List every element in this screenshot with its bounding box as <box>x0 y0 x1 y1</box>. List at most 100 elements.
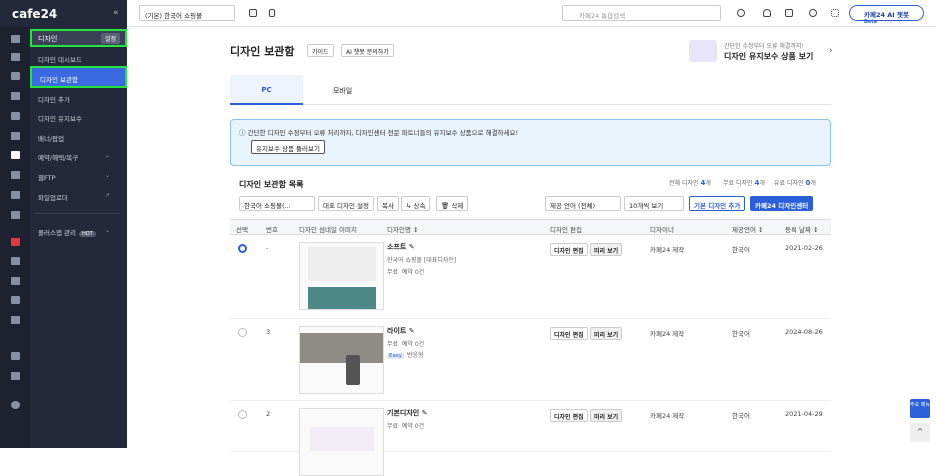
shirt-icon[interactable] <box>11 72 20 80</box>
collapse-icon[interactable]: « <box>113 8 119 18</box>
tab-pc[interactable]: PC <box>230 75 303 105</box>
language-filter-select[interactable]: 제공 언어 (전체) <box>545 196 621 211</box>
youtube-icon[interactable] <box>11 238 20 246</box>
settings-button[interactable]: 설정 <box>100 33 120 44</box>
ai-chatbot-button[interactable]: 카페24 AI 챗봇 Beta <box>849 5 924 25</box>
sidebar-item-reserve[interactable]: 예약/혜택/복구 ⌄ <box>38 152 118 162</box>
design-edit-button[interactable]: 디자인 편집 <box>550 409 588 422</box>
set-representative-button[interactable]: 대표 디자인 설정 <box>318 196 374 211</box>
copy-button[interactable]: 복사 <box>377 196 399 211</box>
promo-banner[interactable]: 간단한 수정부터 오류 해결까지! 디자인 유지보수 상품 보기 › <box>689 37 849 67</box>
doc-icon[interactable] <box>11 211 20 219</box>
design-name[interactable]: 소프트 ✎ <box>387 242 415 252</box>
hot-badge: HOT <box>78 231 96 237</box>
scroll-top-button[interactable]: ^ <box>910 423 930 442</box>
sidebar-item-uploader[interactable]: 파일업로더 ↗ <box>38 192 118 202</box>
sidebar-item-add[interactable]: 디자인 추가 <box>38 94 70 104</box>
price-reserve: 무료 예약 0건 <box>387 269 425 276</box>
sidebar-item-dashboard[interactable]: 디자인 대시보드 <box>38 54 82 64</box>
chevron-down-icon: ⌄ <box>104 152 110 159</box>
menu-section-header[interactable]: 디자인 설정 <box>30 29 127 47</box>
page-title: 디자인 보관함 <box>230 45 295 58</box>
row-radio[interactable] <box>238 410 247 419</box>
col-designer: 디자이너 <box>650 226 674 234</box>
col-language[interactable]: 제공언어 ↕ <box>732 224 763 234</box>
design-name[interactable]: 라이트 ✎ <box>387 326 415 336</box>
cart-icon[interactable] <box>11 53 20 61</box>
promo-main: 디자인 유지보수 상품 보기 <box>724 52 814 61</box>
mail-icon[interactable] <box>11 372 20 380</box>
search-input[interactable]: 카페24 통합검색 <box>562 5 721 21</box>
date: 2024-08-26 <box>785 328 823 336</box>
gear-icon[interactable] <box>11 401 20 409</box>
language: 한국어 <box>732 246 750 254</box>
price-reserve: 무료 예약 0건 <box>387 423 425 430</box>
bell-icon[interactable] <box>763 9 771 17</box>
section-title: 디자인 <box>38 35 58 43</box>
row-radio[interactable] <box>238 328 247 337</box>
divider <box>34 213 120 214</box>
main-content: 디자인 보관함 가이드 AI 챗봇 문의하기 간단한 수정부터 오류 해결까지!… <box>127 27 936 476</box>
row-number: 3 <box>266 328 271 336</box>
monitor-icon[interactable] <box>249 9 257 17</box>
ai-ask-button[interactable]: AI 챗봇 문의하기 <box>341 44 394 57</box>
design-edit-button[interactable]: 디자인 편집 <box>550 243 588 256</box>
mobile-icon[interactable] <box>269 9 275 17</box>
main-menu-button[interactable]: 주요 메뉴 <box>910 399 930 418</box>
design-thumbnail <box>299 242 384 310</box>
shop-icon[interactable] <box>11 257 20 265</box>
preview-button[interactable]: 미리 보기 <box>590 243 623 256</box>
home-icon[interactable] <box>11 35 20 43</box>
external-link-icon: ↗ <box>104 192 110 199</box>
rep-flag: 한국어 쇼핑몰 [대표디자인] <box>387 257 457 264</box>
design-name[interactable]: 기본디자인 ✎ <box>387 408 428 418</box>
designer: 카페24 제작 <box>650 412 685 420</box>
apps-icon[interactable] <box>11 352 20 360</box>
language: 한국어 <box>732 330 750 338</box>
maintenance-browse-button[interactable]: 유지보수 상품 둘러보기 <box>251 140 325 154</box>
sidebar-item-plusapp[interactable]: 플러스앱 관리 HOT ⌄ <box>38 227 118 237</box>
design-thumbnail <box>299 408 384 476</box>
board-icon[interactable] <box>11 171 20 179</box>
headset-icon[interactable] <box>737 9 745 17</box>
tab-mobile[interactable]: 모바일 <box>306 75 379 105</box>
user-icon[interactable] <box>11 92 20 100</box>
thumb-banner <box>300 333 383 363</box>
per-page-select[interactable]: 10개씩 보기 <box>624 196 684 211</box>
free-count: 무료 디자인 4개 <box>723 179 765 187</box>
paid-count: 유료 디자인 0개 <box>774 179 816 187</box>
list-title: 디자인 보관함 목록 <box>239 180 304 189</box>
sidebar-item-ftp[interactable]: 웹FTP ⌄ <box>38 172 118 182</box>
apps-grid-icon[interactable] <box>831 9 839 17</box>
table-row: - 소프트 ✎ 한국어 쇼핑몰 [대표디자인] 무료 예약 0건 디자인 편집 … <box>230 236 831 319</box>
design-edit-button[interactable]: 디자인 편집 <box>550 327 588 340</box>
bookmark-icon[interactable] <box>785 9 793 17</box>
designer: 카페24 제작 <box>650 330 685 338</box>
chart-icon[interactable] <box>11 191 20 199</box>
box-icon[interactable] <box>11 316 20 324</box>
chevron-down-icon: ⌄ <box>104 227 110 234</box>
sidebar-item-archive[interactable]: 디자인 보관함 <box>30 66 127 88</box>
inherit-button[interactable]: ↳ 상속 <box>401 196 431 211</box>
sidebar-item-maintenance[interactable]: 디자인 유지보수 <box>38 113 82 123</box>
tag-icon[interactable] <box>11 132 20 140</box>
delete-button[interactable]: 🗑 삭제 <box>436 196 469 211</box>
store-icon[interactable] <box>11 277 20 285</box>
design-center-button[interactable]: 카페24 디자인센터 <box>750 196 814 211</box>
preview-button[interactable]: 미리 보기 <box>590 327 623 340</box>
chat-icon[interactable] <box>11 112 20 120</box>
col-name[interactable]: 디자인명 ↕ <box>387 224 418 234</box>
palette-icon[interactable] <box>11 151 20 159</box>
account-icon[interactable] <box>809 9 817 17</box>
calendar-icon[interactable] <box>11 296 20 304</box>
preview-button[interactable]: 미리 보기 <box>590 409 623 422</box>
col-date[interactable]: 등록 날짜 ↕ <box>785 224 819 234</box>
guide-button[interactable]: 가이드 <box>307 44 334 57</box>
col-select: 선택 <box>236 226 248 234</box>
language-select[interactable]: 한국어 쇼핑몰(... <box>239 196 315 211</box>
shop-select[interactable]: (기본) 한국어 쇼핑몰 <box>139 5 235 21</box>
sidebar-item-banner[interactable]: 배너/팝업 <box>38 133 64 143</box>
row-radio[interactable] <box>238 244 247 253</box>
add-basic-design-button[interactable]: 기본 디자인 추가 <box>689 196 746 211</box>
row-number: 2 <box>266 410 271 418</box>
